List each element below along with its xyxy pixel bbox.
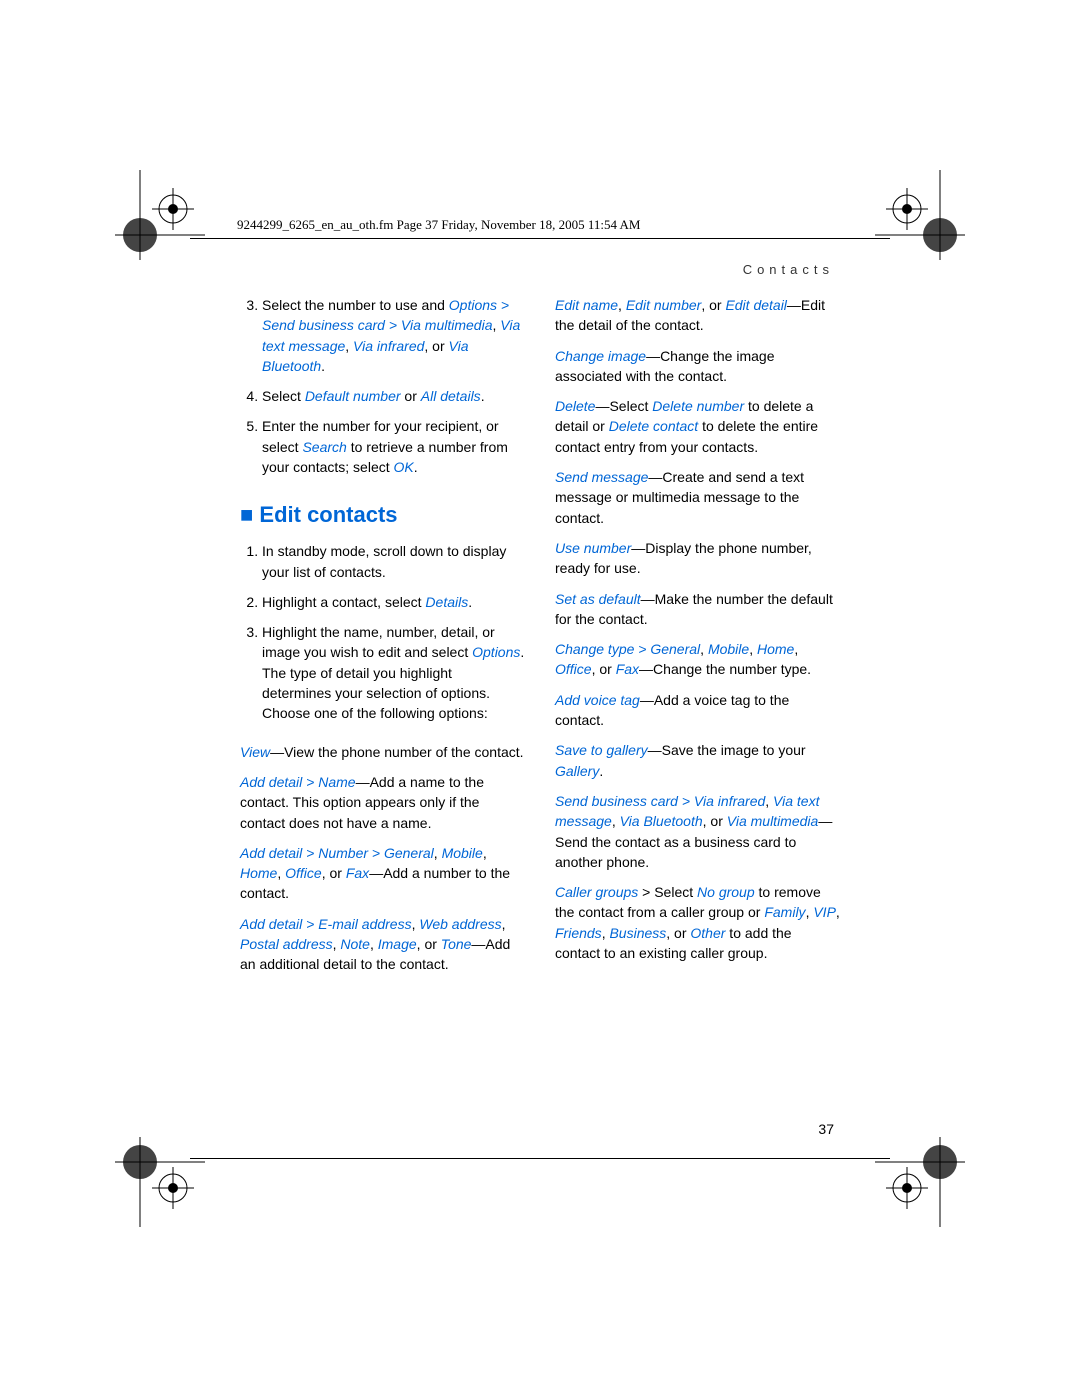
registration-mark-icon xyxy=(886,188,928,230)
header-rule xyxy=(190,238,890,239)
page-number: 37 xyxy=(818,1121,834,1137)
option-change-type: Change type > General, Mobile, Home, Off… xyxy=(555,639,840,680)
numbered-steps: Select the number to use and Options > S… xyxy=(240,295,525,477)
option-add-detail-number: Add detail > Number > General, Mobile, H… xyxy=(240,843,525,904)
registration-mark-icon xyxy=(152,188,194,230)
option-add-detail-other: Add detail > E-mail address, Web address… xyxy=(240,914,525,975)
option-save-gallery: Save to gallery—Save the image to your G… xyxy=(555,740,840,781)
right-column: Edit name, Edit number, or Edit detail—E… xyxy=(555,295,840,1107)
option-change-image: Change image—Change the image associated… xyxy=(555,346,840,387)
registration-mark-icon xyxy=(886,1167,928,1209)
edit-step-3: Highlight the name, number, detail, or i… xyxy=(262,622,525,723)
heading-edit-contacts: Edit contacts xyxy=(240,499,525,531)
option-send-message: Send message—Create and send a text mess… xyxy=(555,467,840,528)
section-label: Contacts xyxy=(743,262,834,277)
option-use-number: Use number—Display the phone number, rea… xyxy=(555,538,840,579)
option-add-voice-tag: Add voice tag—Add a voice tag to the con… xyxy=(555,690,840,731)
option-add-detail-name: Add detail > Name—Add a name to the cont… xyxy=(240,772,525,833)
option-send-business-card: Send business card > Via infrared, Via t… xyxy=(555,791,840,872)
file-header: 9244299_6265_en_au_oth.fm Page 37 Friday… xyxy=(237,217,640,233)
option-edit-name: Edit name, Edit number, or Edit detail—E… xyxy=(555,295,840,336)
option-caller-groups: Caller groups > Select No group to remov… xyxy=(555,882,840,963)
left-column: Select the number to use and Options > S… xyxy=(240,295,525,1107)
edit-step-1: In standby mode, scroll down to display … xyxy=(262,541,525,582)
edit-steps: In standby mode, scroll down to display … xyxy=(240,541,525,723)
step-3: Select the number to use and Options > S… xyxy=(262,295,525,376)
option-delete: Delete—Select Delete number to delete a … xyxy=(555,396,840,457)
step-5: Enter the number for your recipient, or … xyxy=(262,416,525,477)
registration-mark-icon xyxy=(152,1167,194,1209)
option-view: View—View the phone number of the contac… xyxy=(240,742,525,762)
manual-page: 9244299_6265_en_au_oth.fm Page 37 Friday… xyxy=(0,0,1080,1397)
footer-rule xyxy=(190,1158,890,1159)
step-4: Select Default number or All details. xyxy=(262,386,525,406)
body-columns: Select the number to use and Options > S… xyxy=(240,295,840,1107)
edit-step-2: Highlight a contact, select Details. xyxy=(262,592,525,612)
option-set-default: Set as default—Make the number the defau… xyxy=(555,589,840,630)
